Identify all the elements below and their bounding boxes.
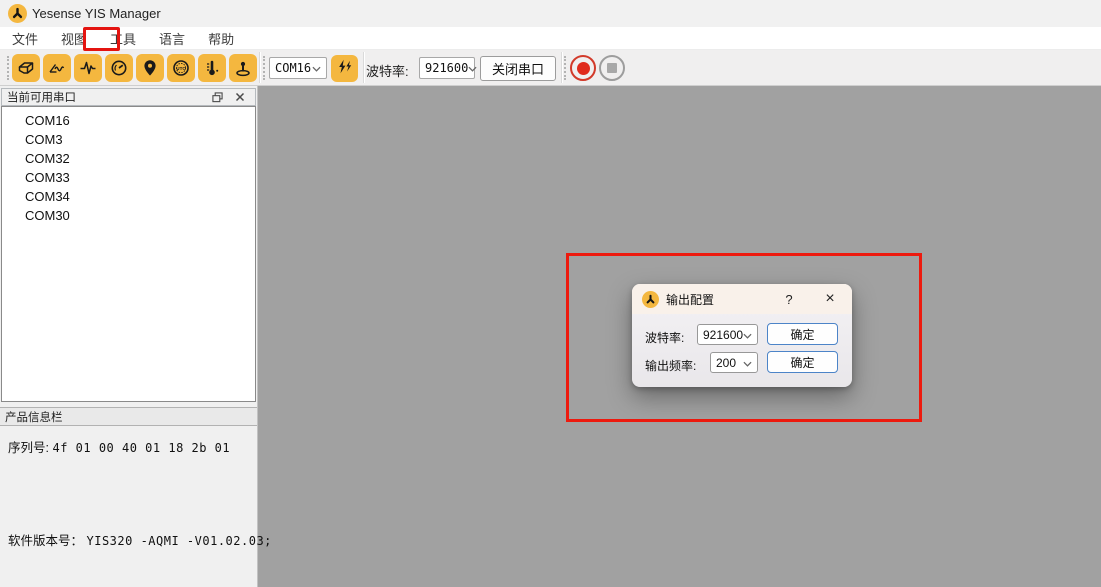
baud-rate-value: 921600 (425, 61, 468, 75)
tool-button-gauge[interactable] (105, 54, 133, 82)
baud-rate-select[interactable]: 921600 (419, 57, 475, 79)
cube-3d-icon (16, 58, 36, 78)
com-port-select[interactable]: COM16 (269, 57, 327, 79)
chevron-down-icon (743, 354, 752, 372)
tool-button-temperature[interactable] (198, 54, 226, 82)
tool-button-angle-wave[interactable] (43, 54, 71, 82)
stop-icon (607, 63, 617, 73)
close-serial-button[interactable]: 关闭串口 (480, 56, 556, 81)
dialog-freq-ok-button[interactable]: 确定 (767, 351, 838, 373)
serial-number-label: 序列号: (8, 441, 49, 455)
available-ports-list[interactable]: COM16 COM3 COM32 COM33 COM34 COM30 (1, 106, 256, 402)
firmware-version-label: 软件版本号： (8, 534, 83, 548)
port-list-item[interactable]: COM33 (2, 168, 255, 187)
dialog-baud-ok-button[interactable]: 确定 (767, 323, 838, 345)
tool-button-waveform[interactable] (74, 54, 102, 82)
menu-file[interactable]: 文件 (2, 26, 48, 51)
product-info-header: 产品信息栏 (0, 407, 257, 426)
serial-number-value: 4f 01 00 40 01 18 2b 01 (52, 441, 230, 455)
ports-dock-panel: 当前可用串口 COM16 COM3 COM32 COM33 COM34 COM3… (0, 86, 258, 587)
stop-button[interactable] (599, 55, 625, 81)
chevron-down-icon (468, 59, 477, 77)
dialog-freq-label: 输出频率: (645, 357, 696, 374)
product-info-title: 产品信息栏 (5, 409, 63, 425)
serial-number-line: 序列号: 4f 01 00 40 01 18 2b 01 (8, 437, 230, 456)
tool-button-location[interactable] (136, 54, 164, 82)
refresh-ports-button[interactable] (331, 55, 358, 82)
firmware-version-value: YIS320 -AQMI -V01.02.03; (87, 534, 272, 548)
tool-button-utc-time[interactable]: UTC (167, 54, 195, 82)
yesense-logo-icon (642, 291, 659, 308)
firmware-version-line: 软件版本号： YIS320 -AQMI -V01.02.03; (8, 530, 272, 549)
tool-button-joystick[interactable] (229, 54, 257, 82)
chevron-down-icon (743, 326, 752, 344)
joystick-icon (233, 58, 253, 78)
ports-panel-header: 当前可用串口 (1, 88, 256, 106)
window-title: Yesense YIS Manager (32, 6, 161, 21)
dialog-help-button[interactable]: ? (780, 292, 798, 307)
com-port-value: COM16 (275, 61, 311, 75)
tool-button-3d-view[interactable] (12, 54, 40, 82)
dialog-title: 输出配置 (666, 291, 780, 308)
lightning-refresh-icon (336, 58, 354, 79)
ports-panel-title: 当前可用串口 (7, 89, 209, 105)
dialog-title-bar: 输出配置 ? × (632, 284, 852, 314)
menu-language[interactable]: 语言 (149, 26, 195, 51)
menu-view[interactable]: 视图 (51, 26, 97, 51)
toolbar-drag-handle[interactable] (564, 56, 567, 80)
svg-text:UTC: UTC (176, 66, 186, 71)
port-list-item[interactable]: COM3 (2, 130, 255, 149)
waveform-icon (78, 58, 98, 78)
toolbar-separator (561, 52, 562, 83)
output-config-dialog: 输出配置 ? × 波特率: 921600 确定 输出频率: 200 确定 (632, 284, 852, 387)
yesense-logo-icon (8, 4, 27, 23)
app-window: Yesense YIS Manager 文件 视图 工具 语言 帮助 UTC (0, 0, 1101, 587)
title-bar: Yesense YIS Manager (0, 0, 1101, 27)
menu-tools[interactable]: 工具 (100, 26, 146, 51)
menu-help[interactable]: 帮助 (198, 26, 244, 51)
dialog-close-button[interactable]: × (820, 291, 840, 307)
gauge-icon (109, 58, 129, 78)
toolbar: UTC COM16 波特率: 921600 关闭串口 (0, 50, 1101, 86)
toolbar-drag-handle[interactable] (7, 56, 10, 80)
record-button[interactable] (570, 55, 596, 81)
port-list-item[interactable]: COM16 (2, 111, 255, 130)
record-icon (577, 62, 590, 75)
location-pin-icon (140, 58, 160, 78)
port-list-item[interactable]: COM32 (2, 149, 255, 168)
close-panel-icon[interactable] (232, 90, 248, 104)
menu-bar: 文件 视图 工具 语言 帮助 (0, 27, 1101, 50)
angle-wave-icon (47, 58, 67, 78)
dialog-freq-value: 200 (716, 356, 736, 370)
port-list-item[interactable]: COM30 (2, 206, 255, 225)
dialog-baud-label: 波特率: (645, 329, 684, 346)
dialog-freq-select[interactable]: 200 (710, 352, 758, 373)
dialog-baud-value: 921600 (703, 328, 743, 342)
utc-clock-icon: UTC (171, 58, 191, 78)
toolbar-drag-handle[interactable] (263, 56, 266, 80)
float-panel-icon[interactable] (209, 90, 225, 104)
port-list-item[interactable]: COM34 (2, 187, 255, 206)
chevron-down-icon (312, 59, 321, 77)
thermometer-icon (202, 58, 222, 78)
toolbar-separator (259, 52, 260, 83)
dialog-baud-select[interactable]: 921600 (697, 324, 758, 345)
baud-rate-label: 波特率: (366, 61, 409, 80)
toolbar-separator (363, 52, 364, 83)
